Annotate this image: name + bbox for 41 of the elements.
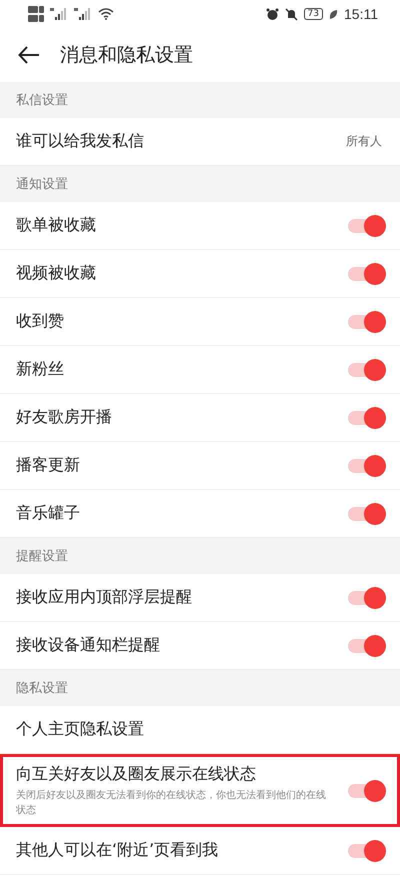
setting-label: 新粉丝 (16, 359, 64, 380)
setting-description: 关闭后好友以及圈友无法看到你的在线状态，你也无法看到他们的在线状态 (16, 788, 326, 818)
setting-value: 所有人 (346, 133, 382, 150)
setting-row[interactable]: 视频被收藏 (0, 250, 400, 298)
status-time: 15:11 (344, 6, 378, 22)
setting-label: 视频被收藏 (16, 263, 96, 284)
sim-icon (28, 15, 44, 22)
signal-icon (74, 8, 92, 20)
setting-label: 音乐罐子 (16, 503, 80, 524)
setting-label: 播客更新 (16, 455, 80, 476)
back-button[interactable] (16, 44, 42, 66)
battery-level: 73 (304, 8, 323, 20)
setting-row[interactable]: 新粉丝 (0, 346, 400, 394)
setting-label: 接收应用内顶部浮层提醒 (16, 587, 192, 608)
setting-label: 收到赞 (16, 311, 64, 332)
setting-label: 向互关好友以及圈友展示在线状态 (16, 764, 257, 784)
setting-row[interactable]: 收到赞 (0, 298, 400, 346)
setting-label: 其他人可以在‘附近’页看到我 (16, 840, 218, 861)
muted-bell-icon (284, 8, 298, 20)
section-header: 通知设置 (0, 166, 400, 202)
setting-label: 谁可以给我发私信 (16, 131, 144, 152)
setting-row[interactable]: 个人主页隐私设置 (0, 706, 400, 754)
leaf-icon (329, 8, 338, 20)
setting-label: 歌单被收藏 (16, 215, 96, 236)
setting-row[interactable]: 其他人可以在‘附近’页看到我 (0, 827, 400, 875)
highlighted-setting-row[interactable]: 向互关好友以及圈友展示在线状态 关闭后好友以及圈友无法看到你的在线状态，你也无法看到他们的在线状态 (0, 754, 400, 827)
setting-row[interactable]: 好友歌房开播 (0, 394, 400, 442)
signal-icon (50, 8, 68, 20)
setting-row[interactable]: 歌单被收藏 (0, 202, 400, 250)
sim-icon (28, 6, 44, 13)
page-title: 消息和隐私设置 (60, 43, 193, 68)
setting-row[interactable]: 接收应用内顶部浮层提醒 (0, 574, 400, 622)
alarm-icon (266, 8, 279, 20)
wifi-icon (98, 8, 114, 20)
section-header: 提醒设置 (0, 538, 400, 574)
section-header: 隐私设置 (0, 670, 400, 706)
setting-label: 接收设备通知栏提醒 (16, 635, 160, 656)
section-header: 私信设置 (0, 82, 400, 118)
setting-label: 好友歌房开播 (16, 407, 112, 428)
setting-row[interactable]: 播客更新 (0, 442, 400, 490)
setting-label: 个人主页隐私设置 (16, 719, 144, 740)
